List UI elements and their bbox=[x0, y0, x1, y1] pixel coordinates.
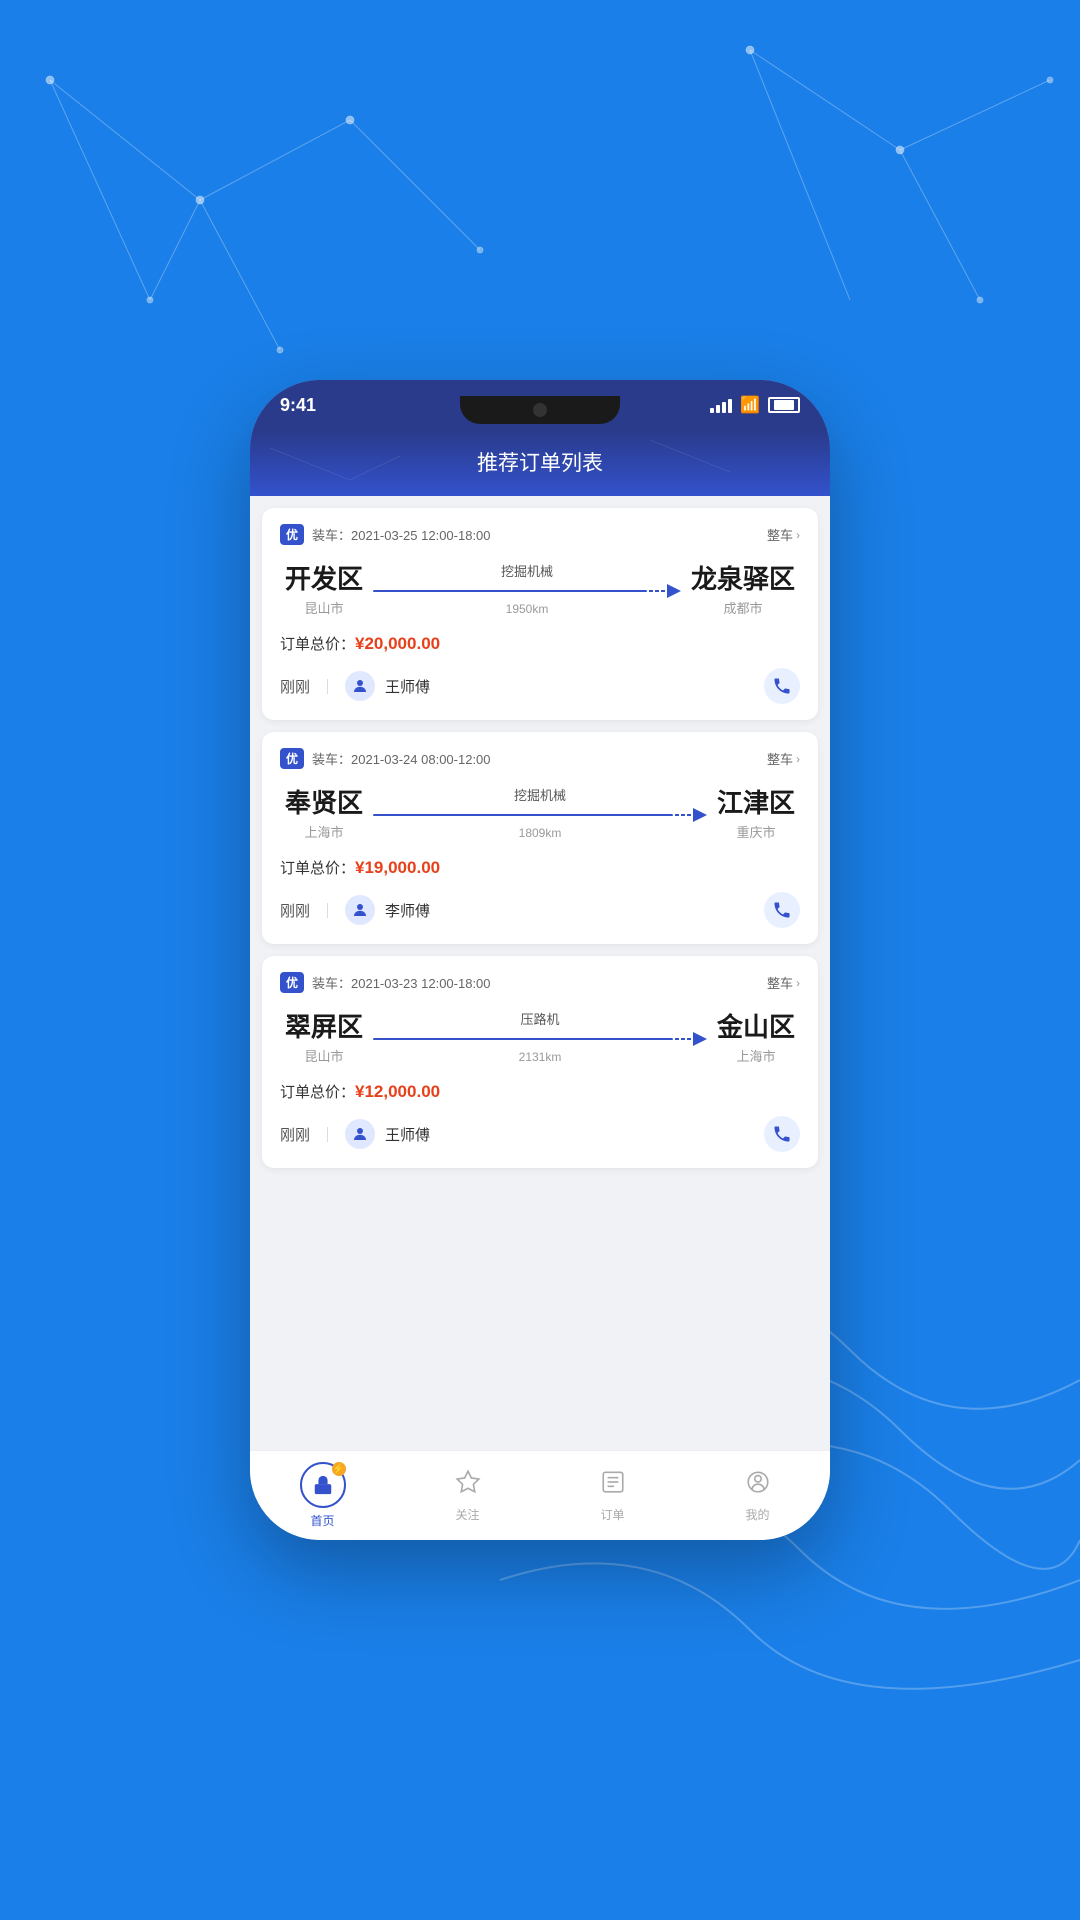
order-list[interactable]: 优 装车：2021-03-25 12:00-18:00 整车 › 开发区 昆山市… bbox=[250, 496, 830, 1450]
card-header-2: 优 装车：2021-03-24 08:00-12:00 整车 › bbox=[280, 748, 800, 769]
route-middle-1: 挖掘机械 1950km bbox=[363, 561, 691, 616]
call-button-1[interactable] bbox=[764, 668, 800, 704]
load-time-2: 装车：2021-03-24 08:00-12:00 bbox=[312, 749, 491, 768]
order-card-1[interactable]: 优 装车：2021-03-25 12:00-18:00 整车 › 开发区 昆山市… bbox=[262, 508, 818, 720]
chevron-right-icon-3: › bbox=[796, 976, 800, 990]
signal-icon bbox=[710, 397, 732, 413]
destination-1: 龙泉驿区 成都市 bbox=[691, 559, 795, 617]
route-section-1: 开发区 昆山市 挖掘机械 1950km 龙泉驿区 成都 bbox=[280, 559, 800, 617]
driver-row-1: 刚刚 ｜ 王师傅 bbox=[280, 668, 800, 704]
driver-name-3: 王师傅 bbox=[385, 1124, 430, 1145]
driver-row-3: 刚刚 ｜ 王师傅 bbox=[280, 1116, 800, 1152]
driver-row-2: 刚刚 ｜ 李师傅 bbox=[280, 892, 800, 928]
status-icons: 📶 bbox=[710, 395, 800, 415]
driver-info-1: 刚刚 ｜ 王师傅 bbox=[280, 671, 430, 701]
nav-label-home: 首页 bbox=[310, 1512, 334, 1529]
route-middle-3: 压路机 2131km bbox=[363, 1009, 717, 1064]
origin-1: 开发区 昆山市 bbox=[285, 559, 363, 617]
follow-icon bbox=[455, 1469, 481, 1502]
filter-icon: ▽ bbox=[793, 452, 805, 472]
header-right-action[interactable]: 抢好货 ▽ bbox=[740, 450, 805, 474]
driver-avatar-2 bbox=[345, 895, 375, 925]
battery-icon bbox=[768, 397, 800, 413]
mine-icon bbox=[745, 1469, 771, 1502]
price-row-3: 订单总价： ¥12,000.00 bbox=[280, 1081, 800, 1102]
order-type-3: 整车 › bbox=[767, 973, 800, 992]
load-time-1: 装车：2021-03-25 12:00-18:00 bbox=[312, 525, 491, 544]
lightning-badge: ⚡ bbox=[332, 1462, 346, 1476]
price-row-2: 订单总价： ¥19,000.00 bbox=[280, 857, 800, 878]
priority-badge: 优 bbox=[280, 524, 304, 545]
driver-info-3: 刚刚 ｜ 王师傅 bbox=[280, 1119, 430, 1149]
order-card-2[interactable]: 优 装车：2021-03-24 08:00-12:00 整车 › 奉贤区 上海市… bbox=[262, 732, 818, 944]
wifi-icon: 📶 bbox=[740, 395, 760, 415]
price-row-1: 订单总价： ¥20,000.00 bbox=[280, 633, 800, 654]
nav-item-orders[interactable]: 订单 bbox=[540, 1469, 685, 1523]
price-amount-1: ¥20,000.00 bbox=[355, 634, 440, 654]
page-header: 推荐订单列表 抢好货 ▽ bbox=[250, 432, 830, 496]
orders-icon bbox=[600, 1469, 626, 1502]
nav-item-home[interactable]: ⚡ 首页 bbox=[250, 1462, 395, 1529]
driver-name-1: 王师傅 bbox=[385, 676, 430, 697]
phone-notch bbox=[460, 396, 620, 424]
nav-label-follow: 关注 bbox=[455, 1506, 479, 1523]
price-amount-2: ¥19,000.00 bbox=[355, 858, 440, 878]
phone-frame: 9:41 📶 bbox=[250, 380, 830, 1540]
chevron-right-icon: › bbox=[796, 528, 800, 542]
grab-icon bbox=[312, 1474, 334, 1496]
origin-3: 翠屏区 昆山市 bbox=[285, 1007, 363, 1065]
nav-label-mine: 我的 bbox=[745, 1506, 769, 1523]
order-type-1: 整车 › bbox=[767, 525, 800, 544]
order-type-2: 整车 › bbox=[767, 749, 800, 768]
bottom-navigation: ⚡ 首页 关注 订单 我的 bbox=[250, 1450, 830, 1540]
load-time-3: 装车：2021-03-23 12:00-18:00 bbox=[312, 973, 491, 992]
route-section-3: 翠屏区 昆山市 压路机 2131km 金山区 上海市 bbox=[280, 1007, 800, 1065]
nav-label-orders: 订单 bbox=[600, 1506, 624, 1523]
nav-item-follow[interactable]: 关注 bbox=[395, 1469, 540, 1523]
destination-3: 金山区 上海市 bbox=[717, 1007, 795, 1065]
driver-info-2: 刚刚 ｜ 李师傅 bbox=[280, 895, 430, 925]
header-title: 推荐订单列表 bbox=[477, 447, 603, 477]
route-middle-2: 挖掘机械 1809km bbox=[363, 785, 717, 840]
chevron-right-icon-2: › bbox=[796, 752, 800, 766]
priority-badge-2: 优 bbox=[280, 748, 304, 769]
route-section-2: 奉贤区 上海市 挖掘机械 1809km 江津区 重庆市 bbox=[280, 783, 800, 841]
price-amount-3: ¥12,000.00 bbox=[355, 1082, 440, 1102]
call-button-2[interactable] bbox=[764, 892, 800, 928]
driver-avatar-1 bbox=[345, 671, 375, 701]
priority-badge-3: 优 bbox=[280, 972, 304, 993]
origin-2: 奉贤区 上海市 bbox=[285, 783, 363, 841]
camera-dot bbox=[533, 403, 547, 417]
status-time: 9:41 bbox=[280, 395, 316, 416]
card-header-1: 优 装车：2021-03-25 12:00-18:00 整车 › bbox=[280, 524, 800, 545]
destination-2: 江津区 重庆市 bbox=[717, 783, 795, 841]
nav-item-mine[interactable]: 我的 bbox=[685, 1469, 830, 1523]
driver-name-2: 李师傅 bbox=[385, 900, 430, 921]
card-header-3: 优 装车：2021-03-23 12:00-18:00 整车 › bbox=[280, 972, 800, 993]
order-card-3[interactable]: 优 装车：2021-03-23 12:00-18:00 整车 › 翠屏区 昆山市… bbox=[262, 956, 818, 1168]
driver-avatar-3 bbox=[345, 1119, 375, 1149]
home-icon-wrap: ⚡ bbox=[300, 1462, 346, 1508]
call-button-3[interactable] bbox=[764, 1116, 800, 1152]
